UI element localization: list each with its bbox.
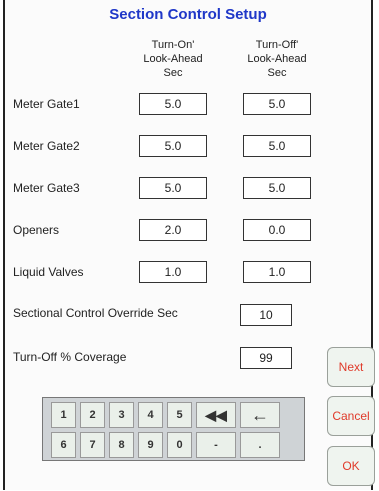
- page-title: Section Control Setup: [109, 6, 267, 23]
- column-header-turn-on: Turn-On' Look-Ahead Sec: [143, 39, 203, 79]
- meter-gate1-turn-off-field[interactable]: 5.0: [243, 93, 311, 115]
- meter-gate3-turn-on-field[interactable]: 5.0: [139, 177, 207, 199]
- key-7[interactable]: 7: [80, 432, 105, 458]
- override-sec-field[interactable]: 10: [240, 304, 292, 326]
- row-label-meter-gate3: Meter Gate3: [13, 181, 80, 195]
- meter-gate2-turn-on-field[interactable]: 5.0: [139, 135, 207, 157]
- row-label-liquid-valves: Liquid Valves: [13, 265, 84, 279]
- meter-gate2-turn-off-field[interactable]: 5.0: [243, 135, 311, 157]
- key-6[interactable]: 6: [51, 432, 76, 458]
- liquid-valves-turn-on-field[interactable]: 1.0: [139, 261, 207, 283]
- key-8[interactable]: 8: [109, 432, 134, 458]
- left-arrow-icon[interactable]: ←: [240, 402, 280, 428]
- coverage-field[interactable]: 99: [240, 347, 292, 369]
- ok-button[interactable]: OK: [327, 446, 375, 486]
- double-left-arrow-icon[interactable]: ◀◀: [196, 402, 236, 428]
- openers-turn-on-field[interactable]: 2.0: [139, 219, 207, 241]
- key-5[interactable]: 5: [167, 402, 192, 428]
- openers-turn-off-field[interactable]: 0.0: [243, 219, 311, 241]
- meter-gate3-turn-off-field[interactable]: 5.0: [243, 177, 311, 199]
- liquid-valves-turn-off-field[interactable]: 1.0: [243, 261, 311, 283]
- coverage-label: Turn-Off % Coverage: [13, 350, 127, 364]
- row-label-meter-gate1: Meter Gate1: [13, 97, 80, 111]
- key-9[interactable]: 9: [138, 432, 163, 458]
- row-label-meter-gate2: Meter Gate2: [13, 139, 80, 153]
- meter-gate1-turn-on-field[interactable]: 5.0: [139, 93, 207, 115]
- section-control-screen: Section Control Setup Turn-On' Look-Ahea…: [3, 0, 375, 490]
- key-0[interactable]: 0: [167, 432, 192, 458]
- key-2[interactable]: 2: [80, 402, 105, 428]
- key-decimal[interactable]: .: [240, 432, 280, 458]
- key-3[interactable]: 3: [109, 402, 134, 428]
- column-header-turn-off: Turn-Off' Look-Ahead Sec: [247, 39, 307, 79]
- key-1[interactable]: 1: [51, 402, 76, 428]
- key-4[interactable]: 4: [138, 402, 163, 428]
- override-label: Sectional Control Override Sec: [13, 306, 178, 320]
- numeric-keypad: 1 2 3 4 5 ◀◀ ← 6 7 8 9 0 - .: [42, 397, 305, 461]
- cancel-button[interactable]: Cancel: [327, 396, 375, 436]
- next-button[interactable]: Next: [327, 347, 375, 387]
- key-minus[interactable]: -: [196, 432, 236, 458]
- row-label-openers: Openers: [13, 223, 60, 237]
